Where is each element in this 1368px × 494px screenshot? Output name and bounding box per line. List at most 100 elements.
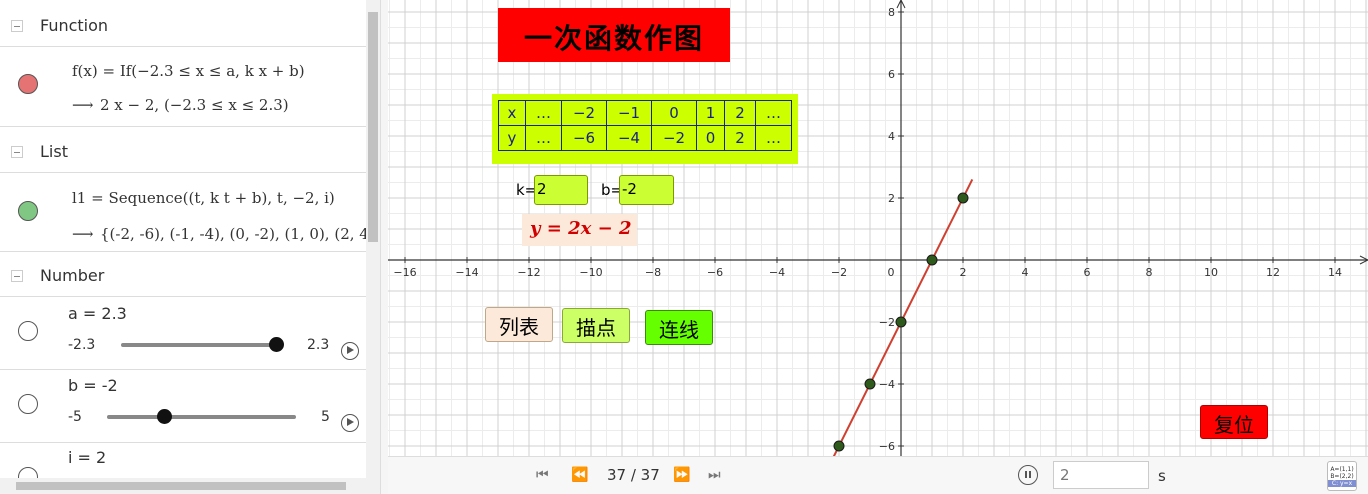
table-cell: …	[525, 125, 562, 151]
x-tick-label: −10	[579, 266, 602, 279]
icon-text-line: C: y=x	[1328, 480, 1356, 487]
function-section-header[interactable]: Function	[0, 2, 366, 47]
l1-value: ⟶ {(-2, -6), (-1, -4), (0, -2), (1, 0), (…	[72, 225, 366, 243]
algebra-item-i[interactable]: i = 2	[0, 443, 366, 478]
algebra-view-toggle-icon[interactable]: A=(1,1) B=(2,2) C: y=x	[1327, 461, 1357, 491]
b-slider-knob[interactable]	[156, 409, 172, 424]
playback-bar: ⏮ ⏪ 37 / 37 ⏩ ⏭ 2 s A=(1,1) B=(2,2) C: y…	[388, 456, 1368, 494]
connect-button[interactable]: 连线	[645, 310, 713, 345]
list-section-header[interactable]: List	[0, 128, 366, 173]
x-tick-label: −4	[769, 266, 785, 279]
list-button[interactable]: 列表	[485, 307, 553, 342]
y-tick-label: −2	[879, 316, 895, 329]
a-slider-max: 2.3	[307, 337, 330, 353]
f-value: ⟶ 2 x − 2, (−2.3 ≤ x ≤ 2.3)	[72, 96, 289, 114]
b-slider-track[interactable]	[107, 415, 296, 419]
b-slider-max: 5	[321, 409, 330, 425]
previous-page-icon[interactable]: ⏪	[571, 467, 588, 483]
pause-icon[interactable]	[1018, 465, 1038, 485]
b-input[interactable]: -2	[619, 175, 674, 205]
play-icon[interactable]	[341, 414, 359, 432]
play-icon[interactable]	[341, 342, 359, 360]
algebra-horizontal-scrollbar[interactable]	[0, 478, 380, 494]
data-point	[926, 254, 938, 266]
collapse-icon[interactable]	[11, 270, 23, 282]
algebra-item-a[interactable]: a = 2.3 -2.3 2.3	[0, 297, 366, 370]
b-slider-min: -5	[68, 409, 82, 425]
table-cell: 2	[724, 125, 756, 151]
x-tick-label: 0	[888, 266, 895, 279]
visibility-toggle-b[interactable]	[18, 394, 38, 414]
x-tick-label: 4	[1022, 266, 1029, 279]
next-page-icon[interactable]: ⏩	[673, 467, 690, 483]
a-slider-track[interactable]	[121, 343, 276, 347]
data-point	[833, 440, 845, 452]
algebra-view: Function f(x) = If(−2.3 ≤ x ≤ a, k x + b…	[0, 0, 366, 478]
speed-input[interactable]: 2	[1053, 461, 1149, 489]
a-name[interactable]: a = 2.3	[68, 304, 127, 323]
number-section-title: Number	[40, 266, 105, 285]
f-value-text: 2 x − 2, (−2.3 ≤ x ≤ 2.3)	[100, 96, 289, 114]
table-cell: …	[755, 125, 792, 151]
x-tick-label: 14	[1328, 266, 1342, 279]
data-point	[864, 378, 876, 390]
y-tick-label: −4	[879, 378, 895, 391]
table-cell: 2	[724, 100, 756, 126]
x-tick-label: 8	[1146, 266, 1153, 279]
data-point	[895, 316, 907, 328]
l1-definition[interactable]: l1 = Sequence((t, k t + b), t, −2, i)	[72, 189, 335, 207]
first-page-icon[interactable]: ⏮	[536, 467, 549, 483]
y-tick-label: 8	[888, 6, 895, 19]
scrollbar-thumb[interactable]	[368, 12, 378, 242]
visibility-toggle-a[interactable]	[18, 321, 38, 341]
page-counter: 37 / 37	[607, 466, 660, 484]
table-cell: 0	[696, 125, 725, 151]
table-row-x: x… −2 −1 0 1 2…	[498, 100, 792, 126]
l1-value-text: {(-2, -6), (-1, -4), (0, -2), (1, 0), (2…	[100, 225, 366, 243]
value-table: x… −2 −1 0 1 2… y… −6 −4 −2 0 2…	[498, 100, 792, 151]
table-cell: …	[525, 100, 562, 126]
y-tick-label: 4	[888, 130, 895, 143]
collapse-icon[interactable]	[11, 146, 23, 158]
algebra-vertical-scrollbar[interactable]	[366, 0, 380, 478]
scrollbar-thumb[interactable]	[16, 482, 346, 490]
x-tick-label: 10	[1204, 266, 1218, 279]
i-name[interactable]: i = 2	[68, 448, 106, 467]
x-tick-label: 6	[1084, 266, 1091, 279]
k-input[interactable]: 2	[534, 175, 588, 205]
algebra-item-b[interactable]: b = -2 -5 5	[0, 370, 366, 443]
x-tick-label: 2	[960, 266, 967, 279]
algebra-item-l1[interactable]: l1 = Sequence((t, k t + b), t, −2, i) ⟶ {…	[0, 173, 366, 252]
view-divider[interactable]	[380, 0, 388, 494]
number-section-header[interactable]: Number	[0, 252, 366, 297]
y-tick-label: 2	[888, 192, 895, 205]
f-definition[interactable]: f(x) = If(−2.3 ≤ x ≤ a, k x + b)	[72, 62, 305, 80]
visibility-toggle-l1[interactable]	[18, 201, 38, 221]
y-tick-label: −6	[879, 440, 895, 453]
data-point	[957, 192, 969, 204]
icon-text-line: B=(2,2)	[1330, 473, 1354, 480]
table-cell: −4	[606, 125, 652, 151]
formula-text: y = 2x − 2	[530, 218, 632, 239]
algebra-item-f[interactable]: f(x) = If(−2.3 ≤ x ≤ a, k x + b) ⟶ 2 x − …	[0, 46, 366, 127]
b-name[interactable]: b = -2	[68, 376, 118, 395]
last-page-icon[interactable]: ⏭	[708, 467, 721, 483]
x-tick-label: −16	[393, 266, 416, 279]
collapse-icon[interactable]	[11, 20, 23, 32]
table-cell: −1	[606, 100, 652, 126]
plot-points-button[interactable]: 描点	[562, 308, 630, 343]
reset-button[interactable]: 复位	[1200, 405, 1268, 439]
x-tick-label: −14	[455, 266, 478, 279]
visibility-toggle-i[interactable]	[18, 467, 38, 478]
title-banner[interactable]: 一次函数作图	[498, 8, 730, 62]
arrow-icon: ⟶	[72, 225, 94, 243]
speed-unit: s	[1158, 467, 1166, 485]
x-tick-label: −8	[645, 266, 661, 279]
function-section-title: Function	[40, 16, 109, 35]
visibility-toggle-f[interactable]	[18, 74, 38, 94]
a-slider-knob[interactable]	[269, 337, 284, 352]
value-table-panel[interactable]: x… −2 −1 0 1 2… y… −6 −4 −2 0 2…	[492, 94, 798, 164]
arrow-icon: ⟶	[72, 96, 94, 114]
y-tick-label: 6	[888, 68, 895, 81]
table-cell: y	[498, 125, 526, 151]
